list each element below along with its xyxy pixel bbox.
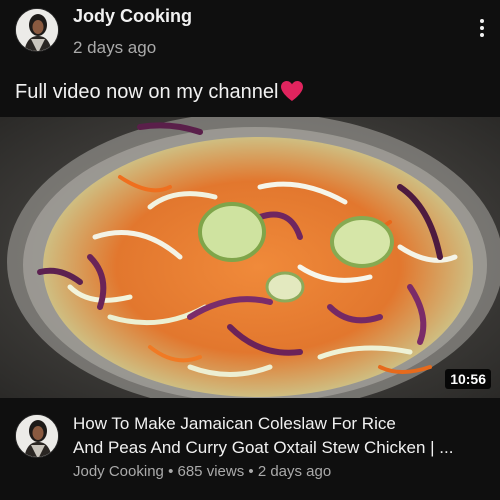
video-upload-time: 2 days ago	[257, 463, 332, 480]
channel-name[interactable]: Jody Cooking	[73, 6, 192, 27]
video-title-line-1: How To Make Jamaican Coleslaw For Rice	[73, 414, 396, 433]
avatar-image	[16, 9, 58, 51]
video-metadata: Jody Cooking • 685 views • 2 days ago	[73, 463, 331, 480]
meta-separator: •	[248, 463, 254, 480]
video-channel-avatar[interactable]	[15, 414, 59, 458]
video-title[interactable]: How To Make Jamaican Coleslaw For Rice A…	[73, 412, 493, 460]
coleslaw-bowl-image	[0, 117, 500, 398]
channel-avatar[interactable]	[15, 8, 59, 52]
video-channel-name: Jody Cooking	[73, 463, 164, 480]
post-timestamp: 2 days ago	[73, 38, 157, 57]
post-text-content: Full video now on my channel	[15, 81, 279, 103]
community-post-header: Jody Cooking 2 days ago	[0, 0, 500, 70]
video-title-line-2: And Peas And Curry Goat Oxtail Stew Chic…	[73, 438, 454, 457]
linked-video-row[interactable]: How To Make Jamaican Coleslaw For Rice A…	[0, 400, 500, 500]
more-vert-icon[interactable]	[474, 16, 490, 44]
video-view-count: 685 views	[177, 463, 245, 480]
meta-separator: •	[168, 463, 174, 480]
post-text: Full video now on my channel	[15, 80, 304, 104]
avatar-image	[16, 415, 58, 457]
red-heart-icon	[281, 81, 304, 101]
video-thumbnail[interactable]: 10:56	[0, 117, 500, 398]
video-duration-badge: 10:56	[445, 369, 491, 389]
